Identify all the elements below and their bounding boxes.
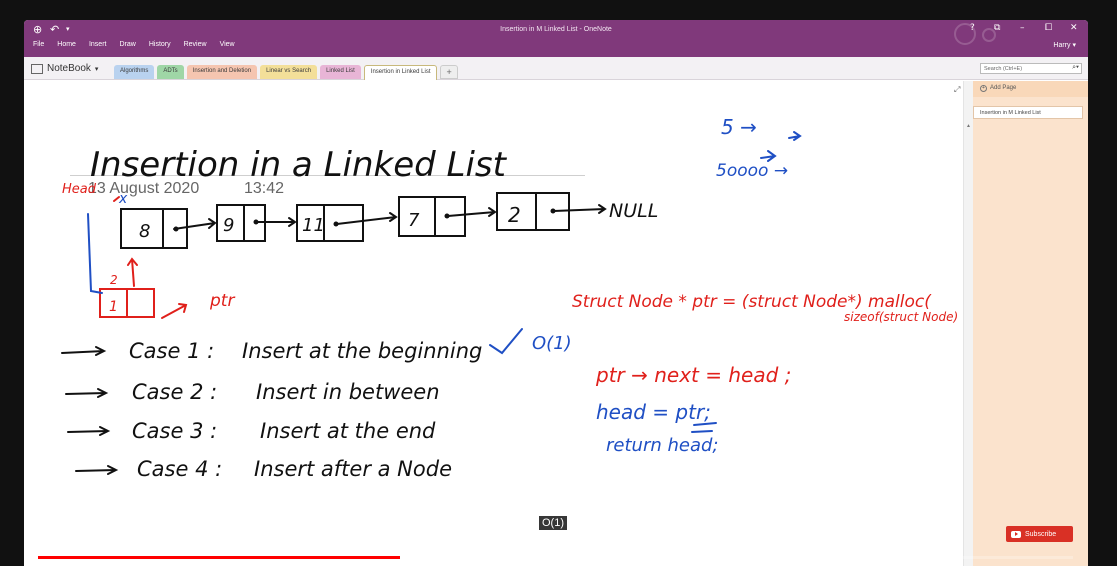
- case-4-name: Case 4 :: [137, 457, 222, 481]
- two-mark: 2: [110, 273, 118, 287]
- section-tab[interactable]: Algorithms: [114, 65, 155, 79]
- page-list-item[interactable]: Insertion in M Linked List: [973, 106, 1083, 119]
- malloc-line-1: Struct Node * ptr = (struct Node*) mallo…: [572, 292, 932, 312]
- add-section-button[interactable]: +: [440, 65, 458, 79]
- scroll-up-icon[interactable]: ▲: [965, 123, 972, 130]
- new-node-value: 1: [109, 299, 118, 315]
- section-tab[interactable]: Linked List: [320, 65, 361, 79]
- ink-title: Insertion in a Linked List: [90, 145, 508, 185]
- onenote-window: ⊕ ↶ ▾ Insertion in M Linked List - OneNo…: [24, 20, 1088, 566]
- menu-file[interactable]: File: [33, 41, 44, 48]
- video-player[interactable]: ⊕ ↶ ▾ Insertion in M Linked List - OneNo…: [0, 0, 1117, 566]
- window-title: Insertion in M Linked List - OneNote: [500, 26, 612, 33]
- add-page-label: Add Page: [990, 85, 1017, 91]
- menu-history[interactable]: History: [149, 41, 171, 48]
- code-line-2: head = ptr;: [596, 400, 711, 424]
- malloc-line-2: sizeof(struct Node): [844, 310, 958, 324]
- x-mark: x: [118, 191, 128, 207]
- case-1-desc: Insert at the beginning: [242, 339, 482, 363]
- ribbon-menu: File Home Insert Draw History Review Vie…: [33, 41, 235, 48]
- case-4-desc: Insert after a Node: [254, 457, 452, 481]
- complexity-note: O(1): [532, 333, 572, 354]
- menu-home[interactable]: Home: [57, 41, 76, 48]
- case-3-name: Case 3 :: [132, 419, 217, 443]
- menu-view[interactable]: View: [220, 41, 235, 48]
- search-placeholder: Search (Ctrl+E): [984, 66, 1023, 72]
- subscribe-button[interactable]: Subscribe: [1006, 526, 1073, 542]
- menu-review[interactable]: Review: [184, 41, 207, 48]
- vertical-scrollbar[interactable]: ▲: [963, 81, 973, 566]
- null-label: NULL: [609, 200, 658, 222]
- search-input[interactable]: Search (Ctrl+E) ⌕▾: [980, 63, 1082, 74]
- case-2-name: Case 2 :: [132, 380, 217, 404]
- search-icon[interactable]: ⌕▾: [1072, 64, 1079, 72]
- notebook-icon: [31, 63, 43, 74]
- code-line-1: ptr → next = head ;: [595, 363, 791, 387]
- section-tab[interactable]: Insertion in Linked List: [363, 65, 438, 80]
- ptr-label: ptr: [209, 291, 235, 311]
- video-caption: O(1): [539, 516, 567, 530]
- head-label: Head: [62, 182, 97, 197]
- note-page[interactable]: ⤢ 13 August 2020 13:42 Insertion in a Li…: [24, 81, 963, 566]
- pages-pane: + Add Page Insertion in M Linked List: [973, 81, 1088, 566]
- handwritten-ink: Insertion in a Linked List 8 9 11 7 2 NU…: [61, 115, 958, 481]
- section-tab[interactable]: ADTs: [157, 65, 184, 79]
- section-tab[interactable]: Insertion and Deletion: [186, 65, 258, 79]
- notebook-selector[interactable]: NoteBook ▾: [31, 63, 98, 74]
- youtube-play-icon: [1011, 530, 1021, 538]
- code-line-3: return head;: [606, 435, 718, 456]
- node-value: 2: [508, 203, 521, 227]
- plus-circle-icon: +: [980, 85, 987, 92]
- video-progress-bar[interactable]: [38, 556, 1073, 559]
- menu-draw[interactable]: Draw: [119, 41, 135, 48]
- maximize-icon[interactable]: ⧠: [1045, 23, 1052, 33]
- case-1-name: Case 1 :: [129, 339, 214, 363]
- case-3-desc: Insert at the end: [260, 419, 436, 443]
- notebook-label: NoteBook: [47, 63, 91, 74]
- user-name: Harry: [1053, 42, 1071, 49]
- title-bar: ⊕ ↶ ▾ Insertion in M Linked List - OneNo…: [24, 20, 1088, 57]
- progress-played: [38, 556, 401, 559]
- node-value: 8: [139, 221, 150, 242]
- section-tabs: Algorithms ADTs Insertion and Deletion Line…: [114, 65, 458, 80]
- close-icon[interactable]: ✕: [1070, 23, 1078, 33]
- help-icon[interactable]: ?: [970, 23, 975, 33]
- minimize-icon[interactable]: –: [1020, 23, 1025, 33]
- note-5000: 5oooo →: [716, 161, 788, 181]
- node-value: 9: [223, 215, 234, 236]
- user-account[interactable]: Harry ▾: [1053, 41, 1076, 49]
- subscribe-label: Subscribe: [1025, 530, 1057, 538]
- restore-icon[interactable]: ⧉: [994, 23, 1000, 33]
- section-tab[interactable]: Linear vs Search: [260, 65, 318, 79]
- node-value: 7: [408, 210, 420, 231]
- case-2-desc: Insert in between: [256, 380, 440, 404]
- section-tab-bar: NoteBook ▾ Algorithms ADTs Insertion and D…: [24, 57, 1088, 80]
- chevron-down-icon: ▾: [94, 65, 99, 73]
- menu-insert[interactable]: Insert: [89, 41, 107, 48]
- note-5: 5 →: [721, 115, 757, 139]
- add-page-button[interactable]: + Add Page: [973, 81, 1088, 97]
- node-value: 11: [302, 215, 325, 236]
